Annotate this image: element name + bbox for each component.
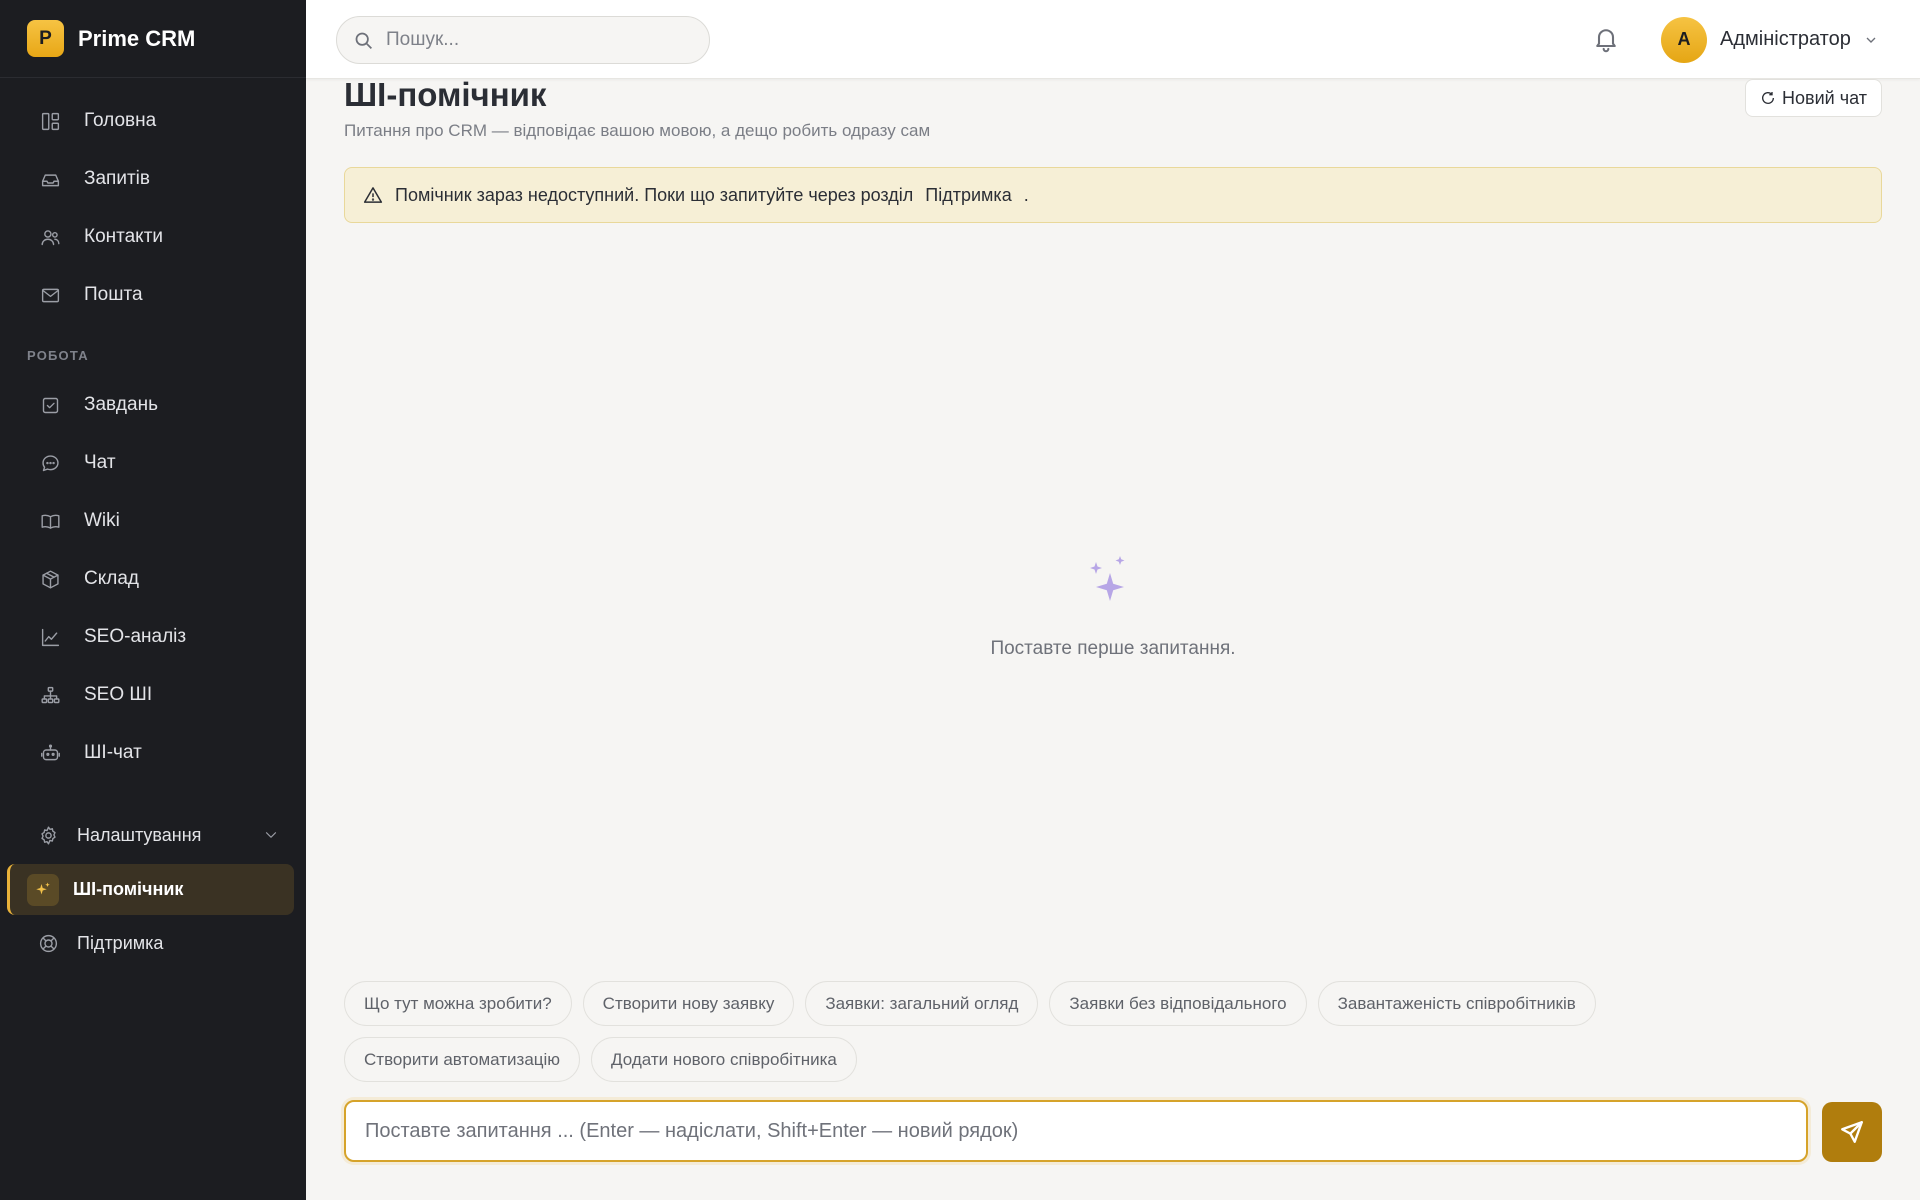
- sidebar-item-label: Налаштування: [77, 824, 202, 845]
- sidebar-item-contacts[interactable]: Контакти: [0, 208, 306, 266]
- book-icon: [41, 514, 60, 529]
- suggestion-chip[interactable]: Заявки: загальний огляд: [805, 981, 1039, 1026]
- box-icon: [42, 569, 59, 589]
- user-name: Адміністратор: [1720, 28, 1851, 50]
- suggestion-chip[interactable]: Завантаженість співробітників: [1317, 981, 1596, 1026]
- sidebar-item-label: Запитів: [84, 168, 150, 189]
- sidebar-item-label: Контакти: [84, 226, 164, 247]
- sparkle-icon: [27, 873, 59, 906]
- dashboard-icon: [41, 112, 60, 130]
- send-button[interactable]: [1822, 1102, 1882, 1162]
- new-chat-label: Новий чат: [1782, 87, 1867, 108]
- sidebar-item-label: Wiki: [84, 510, 120, 531]
- new-chat-button[interactable]: Новий чат: [1745, 79, 1882, 117]
- sparkles-icon: [1088, 554, 1132, 608]
- sidebar-item-requests[interactable]: Запитів: [0, 150, 306, 208]
- search-box[interactable]: [336, 16, 710, 64]
- unavailable-alert: Помічник зараз недоступний. Поки що запи…: [344, 167, 1882, 223]
- sidebar-item-label: Пошта: [84, 284, 143, 305]
- support-link[interactable]: Підтримка: [925, 185, 1011, 206]
- brand-name: Prime CRM: [78, 25, 196, 51]
- sidebar-item-label: Склад: [84, 568, 139, 589]
- message-input[interactable]: [346, 1102, 1806, 1160]
- chevron-down-icon: [1866, 37, 1876, 43]
- contacts-icon: [41, 229, 60, 245]
- sidebar-item-chat[interactable]: Чат: [0, 434, 306, 492]
- notifications-button[interactable]: [1592, 24, 1620, 54]
- sidebar-item-label: ШІ-чат: [84, 742, 142, 763]
- warning-icon: [363, 187, 383, 203]
- send-icon: [1841, 1121, 1863, 1143]
- sidebar-item-ai-assistant[interactable]: ШІ-помічник: [7, 864, 294, 915]
- suggestion-row: Що тут можна зробити? Створити нову заяв…: [344, 981, 1724, 1026]
- brand-logo: P: [27, 20, 64, 57]
- suggestion-chip[interactable]: Створити автоматизацію: [344, 1037, 581, 1082]
- sitemap-icon: [41, 686, 60, 703]
- suggestion-chips: Що тут можна зробити? Створити нову заяв…: [344, 981, 1724, 1093]
- chevron-down-icon[interactable]: [262, 826, 280, 844]
- gear-icon: [41, 825, 56, 845]
- sidebar-item-label: Чат: [84, 452, 116, 473]
- sidebar: P Prime CRM Головна Запитів Контакти Пош…: [0, 0, 306, 1200]
- page-title: ШІ-помічник: [344, 76, 547, 113]
- sidebar-item-ai-chat[interactable]: ШІ-чат: [0, 724, 306, 782]
- search-input[interactable]: [386, 29, 686, 51]
- sidebar-item-label: SEO ШІ: [84, 684, 153, 705]
- sidebar-item-tasks[interactable]: Завдань: [0, 376, 306, 434]
- robot-icon: [41, 743, 60, 760]
- refresh-icon: [1762, 92, 1775, 104]
- empty-state-text: Поставте перше запитання.: [990, 638, 1236, 659]
- sidebar-item-seo-ai[interactable]: SEO ШІ: [0, 666, 306, 724]
- inbox-icon: [41, 173, 60, 186]
- page-subtitle: Питання про CRM — відповідає вашою мовою…: [344, 121, 931, 140]
- sidebar-nav: Головна Запитів Контакти Пошта РОБОТА За…: [0, 78, 306, 782]
- sidebar-item-label: Підтримка: [77, 932, 164, 953]
- bell-icon: [1596, 29, 1616, 53]
- search-icon: [355, 32, 372, 49]
- chat-bubble-icon: [42, 454, 59, 471]
- sidebar-item-support[interactable]: Підтримка: [0, 915, 306, 971]
- suggestion-row: Створити автоматизацію Додати нового спі…: [344, 1037, 1724, 1082]
- lifebuoy-icon: [39, 934, 58, 952]
- sidebar-item-mail[interactable]: Пошта: [0, 266, 306, 324]
- brand[interactable]: P Prime CRM: [0, 0, 306, 78]
- sidebar-item-label: Головна: [84, 110, 157, 131]
- mail-icon: [41, 288, 60, 302]
- sidebar-item-label: Завдань: [84, 394, 158, 415]
- avatar: A: [1661, 16, 1707, 63]
- message-composer[interactable]: [344, 1100, 1808, 1162]
- topbar: A Адміністратор: [306, 0, 1920, 79]
- section-title-work: РОБОТА: [27, 347, 89, 363]
- user-menu[interactable]: A Адміністратор: [1661, 16, 1879, 63]
- alert-end: .: [1023, 184, 1029, 205]
- suggestion-chip[interactable]: Що тут можна зробити?: [344, 981, 572, 1026]
- suggestion-chip[interactable]: Додати нового співробітника: [591, 1037, 857, 1082]
- sidebar-item-wiki[interactable]: Wiki: [0, 492, 306, 550]
- sidebar-item-home[interactable]: Головна: [0, 92, 306, 150]
- sidebar-item-label: ШІ-помічник: [73, 879, 184, 899]
- checkbox-icon: [42, 397, 59, 413]
- alert-text: Помічник зараз недоступний. Поки що запи…: [395, 184, 914, 205]
- suggestion-chip[interactable]: Заявки без відповідального: [1049, 981, 1307, 1026]
- suggestion-chip[interactable]: Створити нову заявку: [582, 981, 795, 1026]
- sidebar-item-settings[interactable]: Налаштування: [0, 808, 306, 862]
- sidebar-item-warehouse[interactable]: Склад: [0, 550, 306, 608]
